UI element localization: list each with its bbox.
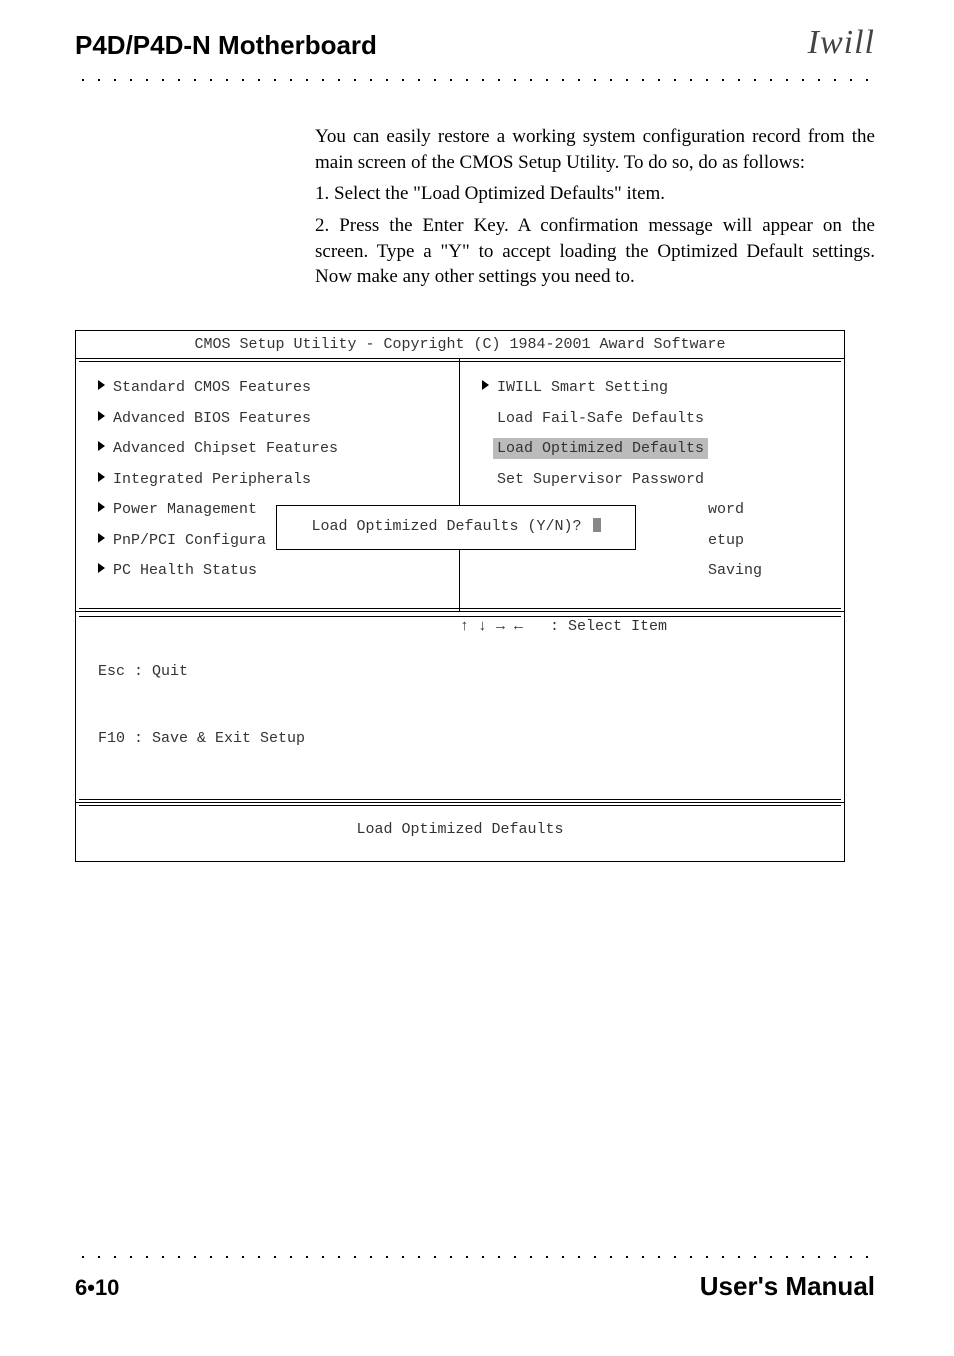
menu-label: Integrated Peripherals [113, 471, 311, 488]
submenu-arrow-icon [98, 441, 105, 451]
submenu-arrow-icon [98, 533, 105, 543]
help-arrows: ↑ ↓ → ← : Select Item [460, 616, 822, 796]
confirm-dialog[interactable]: Load Optimized Defaults (Y/N)? [276, 505, 636, 550]
bios-title-bar: CMOS Setup Utility - Copyright (C) 1984-… [76, 331, 844, 359]
submenu-arrow-icon [482, 380, 489, 390]
instruction-paragraph-1: You can easily restore a working system … [315, 124, 875, 175]
submenu-arrow-icon [98, 563, 105, 573]
menu-item-obscured-3: Saving [482, 556, 834, 587]
menu-label-highlighted: Load Optimized Defaults [493, 438, 708, 459]
menu-label: PnP/PCI Configura [113, 532, 266, 549]
menu-label-tail: Saving [708, 562, 762, 579]
menu-item-load-optimized[interactable]: Load Optimized Defaults [482, 434, 834, 465]
bios-status-text: Load Optimized Defaults [356, 821, 563, 838]
menu-label: Standard CMOS Features [113, 379, 311, 396]
bios-help-bar: Esc : Quit F10 : Save & Exit Setup ↑ ↓ →… [76, 612, 844, 803]
menu-label: Set Supervisor Password [497, 471, 704, 488]
menu-label: PC Health Status [113, 562, 257, 579]
menu-item-standard-cmos[interactable]: Standard CMOS Features [98, 373, 449, 404]
menu-item-iwill-smart[interactable]: IWILL Smart Setting [482, 373, 834, 404]
brand-logo: Iwill [808, 24, 875, 62]
menu-label-tail: word [708, 501, 744, 518]
help-f10: F10 : Save & Exit Setup [98, 728, 460, 751]
menu-label: Advanced BIOS Features [113, 410, 311, 427]
submenu-arrow-icon [98, 411, 105, 421]
page-number: 6•10 [75, 1275, 119, 1301]
menu-label: Advanced Chipset Features [113, 440, 338, 457]
menu-label: Power Management [113, 501, 257, 518]
text-cursor-icon [593, 518, 601, 532]
submenu-arrow-icon [98, 472, 105, 482]
menu-item-load-fail-safe[interactable]: Load Fail-Safe Defaults [482, 404, 834, 435]
help-esc: Esc : Quit [98, 661, 460, 684]
instruction-text: You can easily restore a working system … [315, 124, 875, 290]
bios-window: CMOS Setup Utility - Copyright (C) 1984-… [75, 330, 845, 863]
footer-divider-dots [75, 1253, 875, 1261]
menu-label: Load Fail-Safe Defaults [497, 410, 704, 427]
submenu-arrow-icon [98, 380, 105, 390]
menu-item-set-supervisor-pw[interactable]: Set Supervisor Password [482, 465, 834, 496]
bios-menu-area: Standard CMOS Features Advanced BIOS Fea… [76, 358, 844, 612]
menu-label: IWILL Smart Setting [497, 379, 668, 396]
menu-label-tail: etup [708, 532, 744, 549]
footer-title: User's Manual [700, 1271, 875, 1302]
instruction-step-1: 1. Select the "Load Optimized Defaults" … [315, 181, 875, 207]
bios-menu-left-column: Standard CMOS Features Advanced BIOS Fea… [76, 359, 460, 611]
submenu-arrow-icon [98, 502, 105, 512]
page-title: P4D/P4D-N Motherboard [75, 30, 377, 60]
bios-menu-right-column: IWILL Smart Setting Load Fail-Safe Defau… [460, 359, 844, 611]
menu-item-integrated-peripherals[interactable]: Integrated Peripherals [98, 465, 449, 496]
menu-item-pc-health[interactable]: PC Health Status [98, 556, 449, 587]
header-divider-dots [75, 76, 875, 84]
menu-item-advanced-bios[interactable]: Advanced BIOS Features [98, 404, 449, 435]
bios-status-bar: Load Optimized Defaults [76, 803, 844, 862]
confirm-dialog-text: Load Optimized Defaults (Y/N)? [311, 518, 590, 535]
menu-item-advanced-chipset[interactable]: Advanced Chipset Features [98, 434, 449, 465]
instruction-step-2: 2. Press the Enter Key. A confirmation m… [315, 213, 875, 290]
